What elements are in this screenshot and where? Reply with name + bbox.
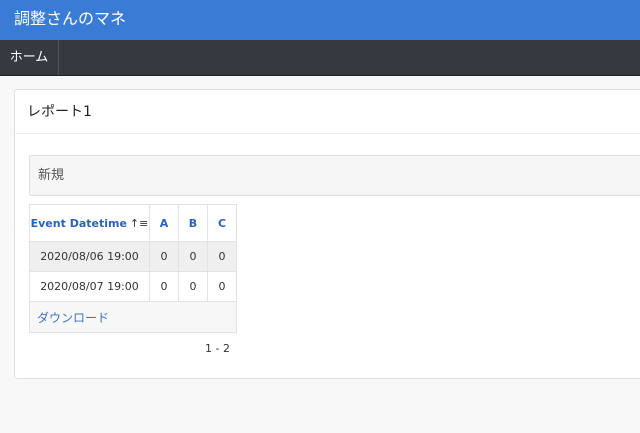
sort-ascending-icon[interactable]: ↑≡ [130,217,148,230]
new-bar[interactable]: 新規 [29,155,640,196]
table-footer-row: ダウンロード [29,301,237,333]
column-header-event-datetime[interactable]: Event Datetime ↑≡ [29,204,150,242]
cell-c: 0 [207,241,237,272]
panel-divider [15,133,640,134]
download-link[interactable]: ダウンロード [30,311,109,325]
cell-a: 0 [149,241,179,272]
column-header-a[interactable]: A [149,204,179,242]
cell-datetime: 2020/08/06 19:00 [29,241,150,272]
cell-datetime: 2020/08/07 19:00 [29,271,150,302]
table-header-row: Event Datetime ↑≡ A B C [29,204,237,242]
app-header: 調整さんのマネ [0,0,640,40]
table-row: 2020/08/06 19:00 0 0 0 [29,241,237,272]
nav-home[interactable]: ホーム [0,40,59,75]
table-footer: ダウンロード [29,301,237,333]
report-table: Event Datetime ↑≡ A B C 2020/08/06 19:00 … [29,204,237,333]
column-header-label: Event Datetime [30,216,127,230]
pagination-info: 1 - 2 [205,342,230,355]
cell-c: 0 [207,271,237,302]
cell-b: 0 [178,241,208,272]
cell-a: 0 [149,271,179,302]
nav-bar: ホーム [0,40,640,76]
app-title[interactable]: 調整さんのマネ [14,9,126,29]
report-title: レポート1 [27,104,92,120]
report-panel: レポート1 新規 Event Datetime ↑≡ A B C 2020/08/… [14,89,640,379]
table-row: 2020/08/07 19:00 0 0 0 [29,271,237,302]
cell-b: 0 [178,271,208,302]
column-header-c[interactable]: C [207,204,237,242]
new-button[interactable]: 新規 [38,168,64,184]
column-header-b[interactable]: B [178,204,208,242]
